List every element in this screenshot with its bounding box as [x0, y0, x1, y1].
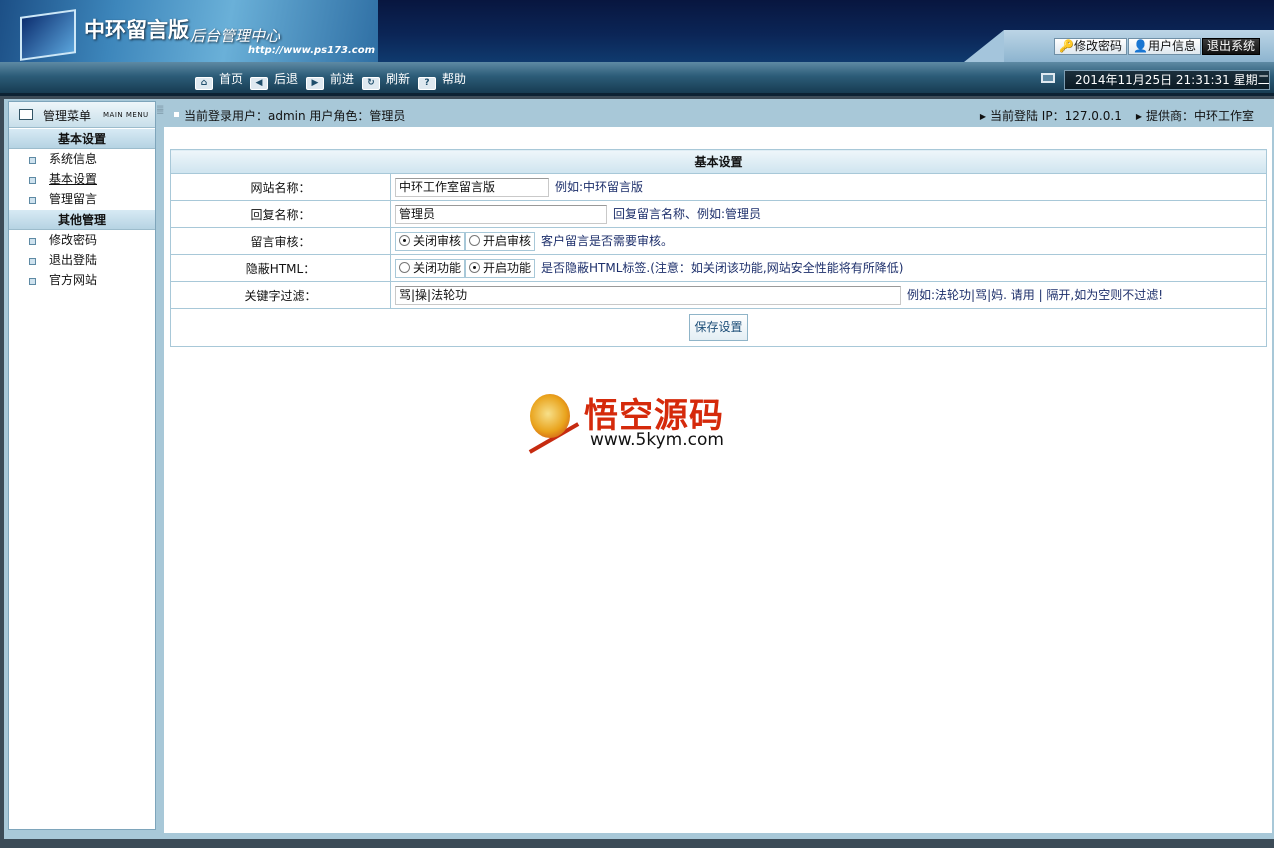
sidebar-item-logout[interactable]: 退出登陆 [9, 250, 155, 270]
provider-info: 提供商：中环工作室 [1136, 109, 1254, 123]
hide-html-label: 隐蔽HTML： [170, 254, 391, 282]
review-hint: 客户留言是否需要审核。 [541, 233, 674, 248]
form-row: 回复名称： 管理员 回复留言名称、例如:管理员 [170, 200, 1267, 228]
form-row: 关键字过滤： 骂|操|法轮功 例如:法轮功|骂|妈. 请用 | 隔开,如为空则不过… [170, 281, 1267, 309]
app-url: http://www.ps173.com [248, 45, 376, 56]
info-bar: 当前登录用户：admin 用户角色：管理员 当前登陆 IP：127.0.0.1 提… [164, 101, 1272, 127]
datetime-display: 2014年11月25日 21:31:31 星期二 [1064, 70, 1270, 90]
user-info-button[interactable]: 👤用户信息 [1128, 38, 1201, 55]
top-buttons: 🔑修改密码 👤用户信息 退出系统 [964, 30, 1274, 62]
info-right: 当前登陆 IP：127.0.0.1 提供商：中环工作室 [966, 107, 1254, 124]
sidebar-item-manage-messages[interactable]: 管理留言 [9, 189, 155, 209]
review-on-option[interactable]: 开启审核 [465, 231, 536, 251]
watermark: 悟空源码 www.5kym.com [524, 388, 764, 458]
site-name-hint: 例如:中环留言版 [555, 179, 644, 194]
nav-home-label: 首页 [219, 72, 244, 86]
monkey-logo-icon [530, 394, 570, 438]
nav-home[interactable]: ⌂ 首页 [195, 70, 244, 90]
watermark-url: www.5kym.com [590, 430, 724, 450]
form-row: 保存设置 [170, 308, 1267, 347]
nav-toolbar: ⌂ 首页 ◀ 后退 ▶ 前进 ↻ 刷新 ? 帮助 2014年11月25日 21:31:31… [0, 62, 1274, 96]
reply-name-input[interactable]: 管理员 [395, 204, 607, 224]
hide-html-off-label: 关闭功能 [413, 260, 462, 275]
logo-image [20, 9, 76, 61]
hide-html-on-radio[interactable] [469, 261, 481, 273]
review-off-label: 关闭审核 [413, 233, 462, 248]
review-on-radio[interactable] [469, 234, 481, 246]
content-frame: 管理菜单 MAIN MENU 基本设置 系统信息 基本设置 管理留言 其他管理 … [4, 99, 1274, 839]
hide-html-off-radio[interactable] [399, 261, 410, 273]
review-label: 留言审核： [170, 227, 391, 255]
app-logo: 中环留言版 后台管理中心 http://www.ps173.com [0, 0, 378, 62]
nav-refresh-label: 刷新 [386, 72, 411, 86]
nav-refresh[interactable]: ↻ 刷新 [362, 70, 411, 90]
site-name-input[interactable]: 中环工作室留言版 [395, 177, 549, 197]
review-off-option[interactable]: 关闭审核 [395, 231, 466, 251]
app-title: 中环留言版 [84, 18, 189, 42]
menu-icon [19, 109, 33, 120]
nav-forward[interactable]: ▶ 前进 [306, 70, 355, 90]
help-icon: ? [418, 77, 436, 90]
keywords-input[interactable]: 骂|操|法轮功 [395, 285, 901, 305]
back-arrow-icon: ◀ [250, 77, 268, 90]
settings-title: 基本设置 [170, 149, 1267, 174]
logout-button[interactable]: 退出系统 [1202, 38, 1261, 55]
hide-html-on-option[interactable]: 开启功能 [465, 258, 536, 278]
keywords-hint: 例如:法轮功|骂|妈. 请用 | 隔开,如为空则不过滤! [907, 287, 1164, 302]
forward-arrow-icon: ▶ [306, 77, 324, 90]
nav-back-label: 后退 [274, 72, 299, 86]
reply-name-hint: 回复留言名称、例如:管理员 [613, 206, 762, 221]
login-user-info: 当前登录用户：admin 用户角色：管理员 [173, 109, 406, 123]
login-ip-info: 当前登陆 IP：127.0.0.1 [980, 109, 1122, 123]
nav-forward-label: 前进 [330, 72, 355, 86]
change-password-button[interactable]: 🔑修改密码 [1054, 38, 1127, 55]
user-info-label: 用户信息 [1147, 39, 1196, 53]
app-subtitle: 后台管理中心 [190, 27, 281, 45]
save-button[interactable]: 保存设置 [689, 314, 748, 341]
sidebar-title-en: MAIN MENU [103, 111, 149, 119]
reply-name-label: 回复名称： [170, 200, 391, 228]
header: 中环留言版 后台管理中心 http://www.ps173.com 🔑修改密码 … [0, 0, 1274, 62]
main-panel: 当前登录用户：admin 用户角色：管理员 当前登陆 IP：127.0.0.1 提… [164, 101, 1272, 833]
hide-html-off-option[interactable]: 关闭功能 [395, 258, 466, 278]
keywords-label: 关键字过滤： [170, 281, 391, 309]
review-on-label: 开启审核 [483, 233, 532, 248]
form-row: 隐蔽HTML： 关闭功能 开启功能 是否隐蔽HTML标签.(注意：如关闭该功能,网站… [170, 254, 1267, 282]
change-password-label: 修改密码 [1073, 39, 1122, 53]
sidebar-group-other[interactable]: 其他管理 [9, 209, 155, 230]
settings-form: 基本设置 网站名称： 中环工作室留言版 例如:中环留言版 回复名称： 管理员 回复留… [170, 149, 1267, 347]
sidebar-item-basic-settings[interactable]: 基本设置 [9, 169, 155, 189]
sidebar-item-system-info[interactable]: 系统信息 [9, 149, 155, 169]
bottom-border [0, 839, 1274, 848]
form-row: 网站名称： 中环工作室留言版 例如:中环留言版 [170, 173, 1267, 201]
sidebar-item-official-site[interactable]: 官方网站 [9, 270, 155, 290]
site-name-label: 网站名称： [170, 173, 391, 201]
sidebar-header: 管理菜单 MAIN MENU [9, 102, 155, 128]
sidebar-group-basic[interactable]: 基本设置 [9, 128, 155, 149]
home-icon: ⌂ [195, 77, 213, 90]
sidebar-item-change-password[interactable]: 修改密码 [9, 230, 155, 250]
sidebar-title: 管理菜单 [43, 109, 92, 123]
refresh-icon: ↻ [362, 77, 380, 90]
nav-back[interactable]: ◀ 后退 [250, 70, 299, 90]
hide-html-on-label: 开启功能 [483, 260, 532, 275]
nav-help-label: 帮助 [442, 72, 467, 86]
nav-help[interactable]: ? 帮助 [418, 70, 467, 90]
review-off-radio[interactable] [399, 234, 410, 246]
monitor-icon [1041, 73, 1055, 83]
sidebar: 管理菜单 MAIN MENU 基本设置 系统信息 基本设置 管理留言 其他管理 … [8, 101, 156, 830]
hide-html-hint: 是否隐蔽HTML标签.(注意：如关闭该功能,网站安全性能将有所降低) [541, 260, 904, 275]
form-row: 留言审核： 关闭审核 开启审核 客户留言是否需要审核。 [170, 227, 1267, 255]
